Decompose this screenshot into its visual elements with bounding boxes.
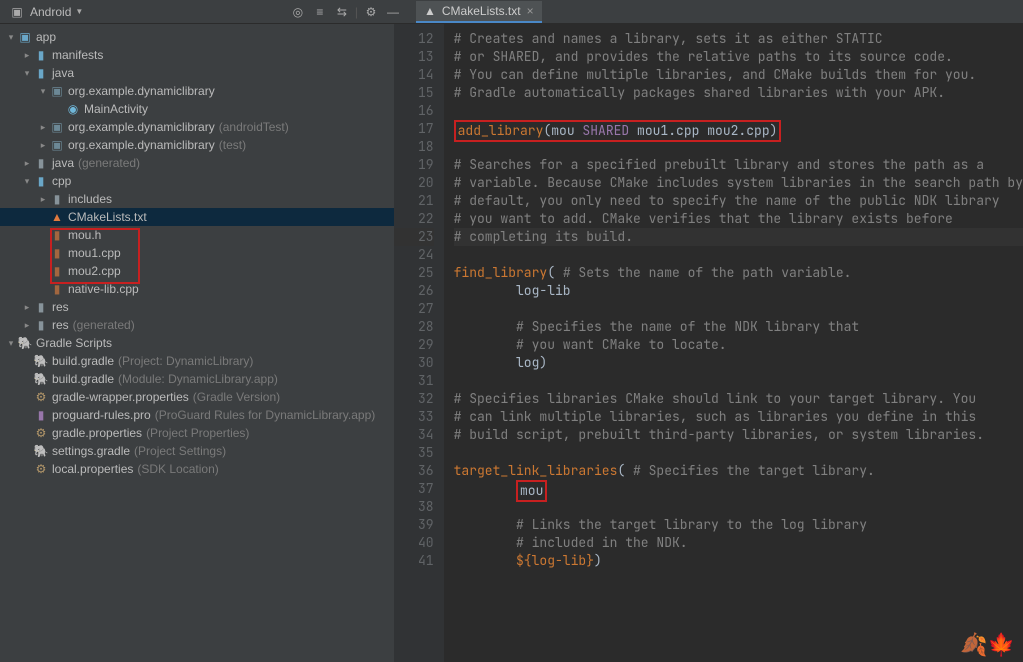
chevron-down-icon[interactable]: ▾ — [20, 174, 34, 188]
tree-pkg-test[interactable]: ▸▣org.example.dynamiclibrary(test) — [0, 136, 394, 154]
view-selector[interactable]: Android — [30, 5, 71, 19]
android-icon: ▣ — [8, 3, 26, 21]
project-tool-header: ▣ Android ▼ ◎ ≡ ⇆ | ⚙ — — [0, 0, 410, 24]
folder-icon: ▮ — [34, 156, 48, 170]
line-gutter: 1213141516171819202122232425262728293031… — [394, 24, 444, 662]
sort-icon[interactable]: ≡ — [311, 3, 329, 21]
chevron-right-icon[interactable]: ▸ — [36, 138, 50, 152]
cmake-icon: ▲ — [424, 4, 436, 18]
folder-icon: ▮ — [50, 192, 64, 206]
chevron-right-icon[interactable]: ▸ — [20, 318, 34, 332]
tree-local-properties[interactable]: ⚙local.properties(SDK Location) — [0, 460, 394, 478]
tree-manifests[interactable]: ▸▮manifests — [0, 46, 394, 64]
tree-mainactivity[interactable]: ◉MainActivity — [0, 100, 394, 118]
tab-cmakelists[interactable]: ▲ CMakeLists.txt × — [416, 1, 542, 23]
tree-pkg-androidtest[interactable]: ▸▣org.example.dynamiclibrary(androidTest… — [0, 118, 394, 136]
tree-settings-gradle[interactable]: 🐘settings.gradle(Project Settings) — [0, 442, 394, 460]
gradle-file-icon: 🐘 — [34, 444, 48, 458]
package-icon: ▣ — [50, 84, 64, 98]
project-tree[interactable]: ▾▣app ▸▮manifests ▾▮java ▾▣org.example.d… — [0, 24, 394, 662]
tree-includes[interactable]: ▸▮includes — [0, 190, 394, 208]
properties-icon: ⚙ — [34, 390, 48, 404]
cpp-icon: ▮ — [50, 246, 64, 260]
folder-icon: ▮ — [34, 48, 48, 62]
tree-native-lib[interactable]: ▮native-lib.cpp — [0, 280, 394, 298]
module-icon: ▣ — [18, 30, 32, 44]
tree-res[interactable]: ▸▮res — [0, 298, 394, 316]
chevron-right-icon[interactable]: ▸ — [20, 48, 34, 62]
text-icon: ▮ — [34, 408, 48, 422]
header-icon: ▮ — [50, 228, 64, 242]
tree-java[interactable]: ▾▮java — [0, 64, 394, 82]
cpp-icon: ▮ — [50, 282, 64, 296]
tree-gradle-properties[interactable]: ⚙gradle.properties(Project Properties) — [0, 424, 394, 442]
chevron-right-icon[interactable]: ▸ — [36, 192, 50, 206]
tree-mou2-cpp[interactable]: ▮mou2.cpp — [0, 262, 394, 280]
chevron-down-icon[interactable]: ▾ — [36, 84, 50, 98]
folder-icon: ▮ — [34, 300, 48, 314]
tree-java-generated[interactable]: ▸▮java(generated) — [0, 154, 394, 172]
chevron-right-icon[interactable]: ▸ — [20, 300, 34, 314]
cpp-icon: ▮ — [50, 264, 64, 278]
gradle-file-icon: 🐘 — [34, 354, 48, 368]
properties-icon: ⚙ — [34, 426, 48, 440]
cmake-icon: ▲ — [50, 210, 64, 224]
collapse-icon[interactable]: ⇆ — [333, 3, 351, 21]
tree-cmakelists[interactable]: ▲CMakeLists.txt — [0, 208, 394, 226]
tree-build-gradle-project[interactable]: 🐘build.gradle(Project: DynamicLibrary) — [0, 352, 394, 370]
code-area[interactable]: # Creates and names a library, sets it a… — [444, 24, 1023, 662]
chevron-down-icon[interactable]: ▾ — [4, 30, 18, 44]
tree-pkg-main[interactable]: ▾▣org.example.dynamiclibrary — [0, 82, 394, 100]
chevron-down-icon[interactable]: ▾ — [4, 336, 18, 350]
tree-proguard[interactable]: ▮proguard-rules.pro(ProGuard Rules for D… — [0, 406, 394, 424]
chevron-right-icon[interactable]: ▸ — [36, 120, 50, 134]
tab-label: CMakeLists.txt — [442, 4, 521, 18]
minimize-icon[interactable]: — — [384, 3, 402, 21]
folder-icon: ▮ — [34, 66, 48, 80]
autumn-leaves-decoration: 🍂🍁 — [960, 636, 1015, 654]
package-icon: ▣ — [50, 138, 64, 152]
gradle-file-icon: 🐘 — [34, 372, 48, 386]
tree-gradle-wrapper[interactable]: ⚙gradle-wrapper.properties(Gradle Versio… — [0, 388, 394, 406]
tree-build-gradle-module[interactable]: 🐘build.gradle(Module: DynamicLibrary.app… — [0, 370, 394, 388]
target-icon[interactable]: ◎ — [289, 3, 307, 21]
tree-app[interactable]: ▾▣app — [0, 28, 394, 46]
package-icon: ▣ — [50, 120, 64, 134]
editor-tabs: ▲ CMakeLists.txt × — [410, 0, 1023, 24]
tree-gradle-scripts[interactable]: ▾🐘Gradle Scripts — [0, 334, 394, 352]
settings-icon[interactable]: ⚙ — [362, 3, 380, 21]
class-icon: ◉ — [66, 102, 80, 116]
chevron-down-icon[interactable]: ▾ — [20, 66, 34, 80]
gradle-icon: 🐘 — [18, 336, 32, 350]
folder-icon: ▮ — [34, 318, 48, 332]
tree-cpp[interactable]: ▾▮cpp — [0, 172, 394, 190]
tree-res-generated[interactable]: ▸▮res(generated) — [0, 316, 394, 334]
tree-mou1-cpp[interactable]: ▮mou1.cpp — [0, 244, 394, 262]
chevron-right-icon[interactable]: ▸ — [20, 156, 34, 170]
tree-mou-h[interactable]: ▮mou.h — [0, 226, 394, 244]
folder-icon: ▮ — [34, 174, 48, 188]
properties-icon: ⚙ — [34, 462, 48, 476]
code-editor[interactable]: 1213141516171819202122232425262728293031… — [394, 24, 1023, 662]
close-icon[interactable]: × — [527, 4, 534, 18]
